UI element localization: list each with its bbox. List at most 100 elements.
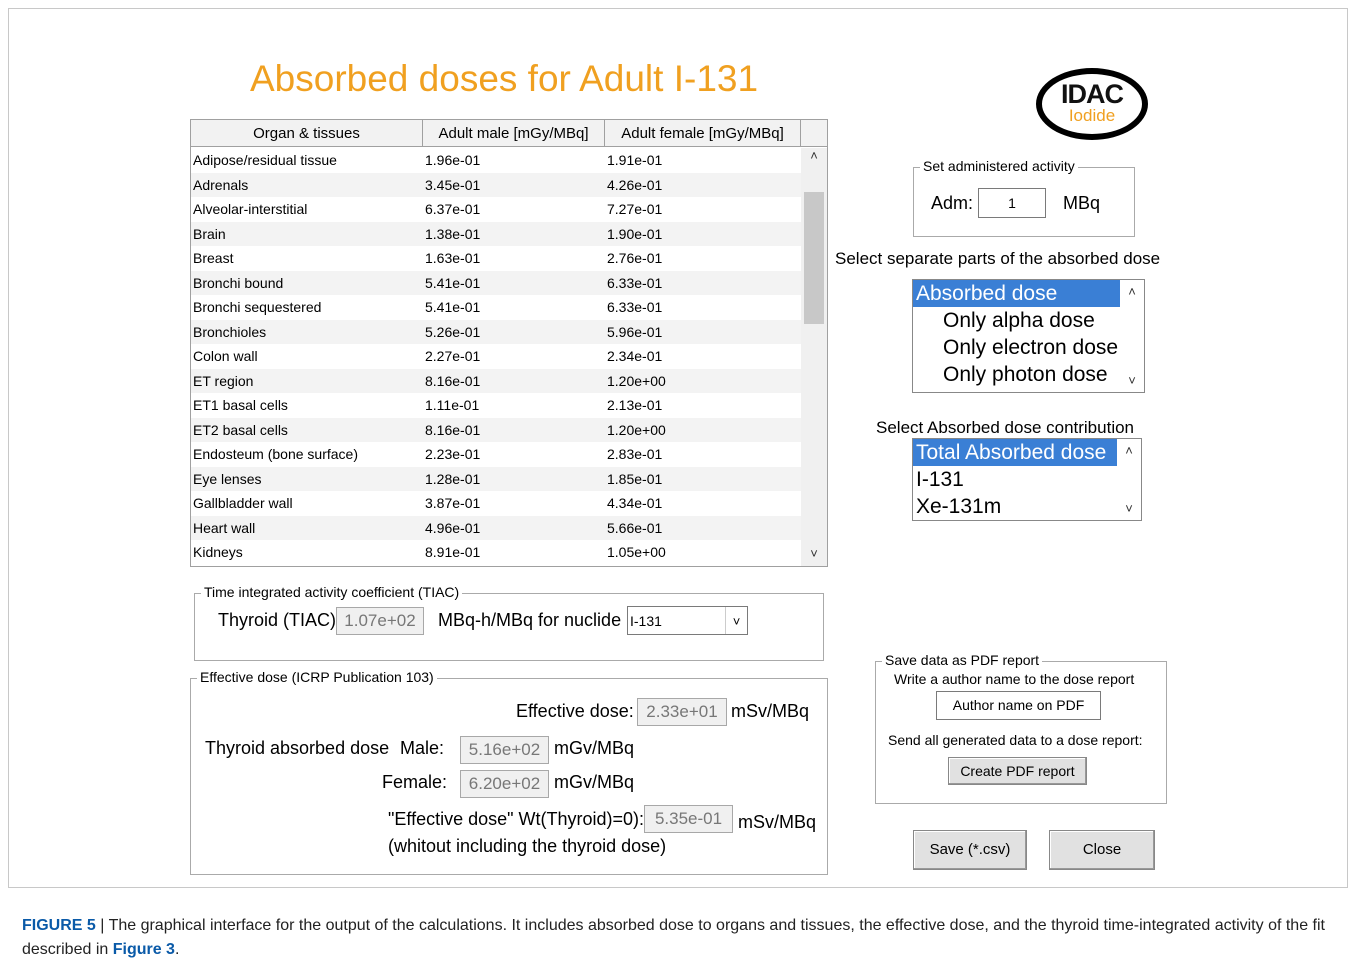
logo-text-sub: Iodide xyxy=(1068,106,1116,125)
table-body: Adipose/residual tissue 1.96e-01 1.91e-01 A… xyxy=(191,148,801,565)
nuclide-select[interactable]: I-131 ˅ xyxy=(627,606,748,635)
author-name-input[interactable]: Author name on PDF xyxy=(936,691,1101,720)
table-row[interactable]: Adrenals 3.45e-01 4.26e-01 xyxy=(191,172,801,197)
contribution-option-total[interactable]: Total Absorbed dose xyxy=(913,439,1119,466)
female-dose-cell: 1.85e-01 xyxy=(607,470,663,487)
male-dose-cell: 2.27e-01 xyxy=(425,348,481,364)
male-dose-cell: 5.26e-01 xyxy=(425,323,481,340)
table-row[interactable]: Brain 1.38e-01 1.90e-01 xyxy=(191,221,801,246)
female-label: Female: xyxy=(382,772,448,792)
table-row[interactable]: Kidneys 8.91e-01 1.05e+00 xyxy=(191,540,801,565)
nuclide-select-value: I-131 xyxy=(630,613,662,629)
organ-cell: Heart wall xyxy=(193,519,256,536)
table-row[interactable]: Bronchi bound 5.41e-01 6.33e-01 xyxy=(191,270,801,295)
male-dose-cell: 8.16e-01 xyxy=(425,372,481,389)
organ-cell: ET2 basal cells xyxy=(193,421,288,438)
table-row[interactable]: Bronchi sequestered 5.41e-01 6.33e-01 xyxy=(191,295,801,320)
parts-heading: Select separate parts of the absorbed do… xyxy=(835,249,1161,268)
organ-cell: Bronchi bound xyxy=(193,274,284,291)
table-row[interactable]: ET region 8.16e-01 1.20e+00 xyxy=(191,368,801,393)
dose-table[interactable]: Organ & tissues Adult male [mGy/MBq] Adu… xyxy=(190,119,828,567)
table-row[interactable]: Heart wall 4.96e-01 5.66e-01 xyxy=(191,515,801,540)
chevron-up-icon[interactable]: ˄ xyxy=(1120,284,1144,299)
female-dose-cell: 5.96e-01 xyxy=(607,323,663,340)
female-dose-cell: 2.13e-01 xyxy=(607,397,663,413)
organ-cell: Breast xyxy=(193,250,234,266)
pdf-legend: Save data as PDF report xyxy=(882,652,1043,668)
send-report-label: Send all generated data to a dose report… xyxy=(888,732,1143,748)
contribution-option-i131[interactable]: I-131 xyxy=(913,466,1141,493)
scroll-up-icon[interactable]: ˄ xyxy=(801,148,827,168)
table-row[interactable]: Endosteum (bone surface) 2.23e-01 2.83e-01 xyxy=(191,442,801,467)
chevron-down-icon[interactable]: ˅ xyxy=(1117,501,1141,516)
table-row[interactable]: ET2 basal cells 8.16e-01 1.20e+00 xyxy=(191,417,801,442)
male-dose-cell: 1.38e-01 xyxy=(425,225,481,242)
column-header-male[interactable]: Adult male [mGy/MBq] xyxy=(423,120,605,146)
column-header-female[interactable]: Adult female [mGy/MBq] xyxy=(605,120,801,146)
parts-option-electron[interactable]: Only electron dose xyxy=(913,334,1144,361)
activity-legend: Set administered activity xyxy=(920,158,1078,174)
contribution-listbox[interactable]: Total Absorbed dose I-131 Xe-131m ˄ ˅ xyxy=(912,438,1142,521)
caption-separator: | xyxy=(95,917,109,934)
male-dose-cell: 1.28e-01 xyxy=(425,470,481,487)
male-dose-cell: 6.37e-01 xyxy=(425,201,481,217)
chevron-down-icon[interactable]: ˅ xyxy=(725,607,747,634)
scroll-down-icon[interactable]: ˅ xyxy=(801,546,827,566)
scroll-thumb[interactable] xyxy=(804,192,824,324)
chevron-up-icon[interactable]: ˄ xyxy=(1117,443,1141,458)
wt-zero-unit: mSv/MBq xyxy=(738,812,817,832)
female-dose-unit: mGv/MBq xyxy=(554,772,635,792)
adm-label: Adm: xyxy=(931,193,974,213)
logo-text-main: IDAC xyxy=(1061,79,1124,109)
contribution-heading: Select Absorbed dose contribution xyxy=(876,418,1135,437)
parts-option-alpha[interactable]: Only alpha dose xyxy=(913,307,1144,334)
table-scrollbar[interactable]: ˄ ˅ xyxy=(801,148,827,566)
table-row[interactable]: Eye lenses 1.28e-01 1.85e-01 xyxy=(191,466,801,491)
parts-listbox[interactable]: Absorbed dose Only alpha dose Only elect… xyxy=(912,279,1145,393)
contribution-scrollbar[interactable]: ˄ ˅ xyxy=(1117,439,1141,520)
save-csv-button[interactable]: Save (*.csv) xyxy=(913,830,1027,870)
figure-label: FIGURE 5 xyxy=(22,917,96,934)
table-row[interactable]: ET1 basal cells 1.11e-01 2.13e-01 xyxy=(191,393,801,418)
female-dose-cell: 1.90e-01 xyxy=(607,225,663,242)
female-dose-cell: 5.66e-01 xyxy=(607,519,663,536)
adm-input[interactable]: 1 xyxy=(978,188,1046,218)
male-dose-cell: 3.45e-01 xyxy=(425,176,481,193)
male-dose-unit: mGv/MBq xyxy=(554,738,635,758)
contribution-option-xe131m[interactable]: Xe-131m xyxy=(913,493,1141,520)
tiac-value: 1.07e+02 xyxy=(336,607,424,635)
close-button[interactable]: Close xyxy=(1049,830,1155,870)
male-dose-cell: 5.41e-01 xyxy=(425,299,481,315)
create-pdf-button[interactable]: Create PDF report xyxy=(948,757,1087,785)
table-row[interactable]: Adipose/residual tissue 1.96e-01 1.91e-01 xyxy=(191,148,801,173)
table-row[interactable]: Alveolar-interstitial 6.37e-01 7.27e-01 xyxy=(191,197,801,222)
female-dose-cell: 6.33e-01 xyxy=(607,274,663,291)
female-dose-cell: 4.34e-01 xyxy=(607,495,663,511)
female-dose-cell: 2.34e-01 xyxy=(607,348,663,364)
table-row[interactable]: Gallbladder wall 3.87e-01 4.34e-01 xyxy=(191,491,801,516)
wt-zero-note: (whitout including the thyroid dose) xyxy=(388,836,667,856)
parts-scrollbar[interactable]: ˄ ˅ xyxy=(1120,280,1144,392)
female-dose-cell: 2.76e-01 xyxy=(607,250,663,266)
table-row[interactable]: Breast 1.63e-01 2.76e-01 xyxy=(191,246,801,271)
male-dose-cell: 3.87e-01 xyxy=(425,495,481,511)
table-row[interactable]: Colon wall 2.27e-01 2.34e-01 xyxy=(191,344,801,369)
effective-dose-unit: mSv/MBq xyxy=(731,701,810,721)
female-dose-cell: 1.05e+00 xyxy=(607,544,666,560)
chevron-down-icon[interactable]: ˅ xyxy=(1120,373,1144,388)
table-row[interactable]: Bronchioles 5.26e-01 5.96e-01 xyxy=(191,319,801,344)
tiac-unit: MBq-h/MBq for nuclide xyxy=(438,610,622,630)
table-header: Organ & tissues Adult male [mGy/MBq] Adu… xyxy=(191,120,827,147)
male-dose-cell: 2.23e-01 xyxy=(425,446,481,462)
figure-reference: Figure 3 xyxy=(112,941,175,958)
wt-zero-value: 5.35e-01 xyxy=(644,805,733,833)
female-dose-cell: 6.33e-01 xyxy=(607,299,663,315)
column-header-organ[interactable]: Organ & tissues xyxy=(191,120,423,146)
tiac-label: Thyroid (TIAC) xyxy=(218,610,337,630)
parts-option-absorbed[interactable]: Absorbed dose xyxy=(913,280,1121,307)
male-dose-cell: 1.11e-01 xyxy=(425,397,480,413)
male-dose-value: 5.16e+02 xyxy=(460,736,549,764)
parts-option-photon[interactable]: Only photon dose xyxy=(913,361,1144,388)
female-dose-value: 6.20e+02 xyxy=(460,770,549,798)
organ-cell: Gallbladder wall xyxy=(193,495,293,511)
